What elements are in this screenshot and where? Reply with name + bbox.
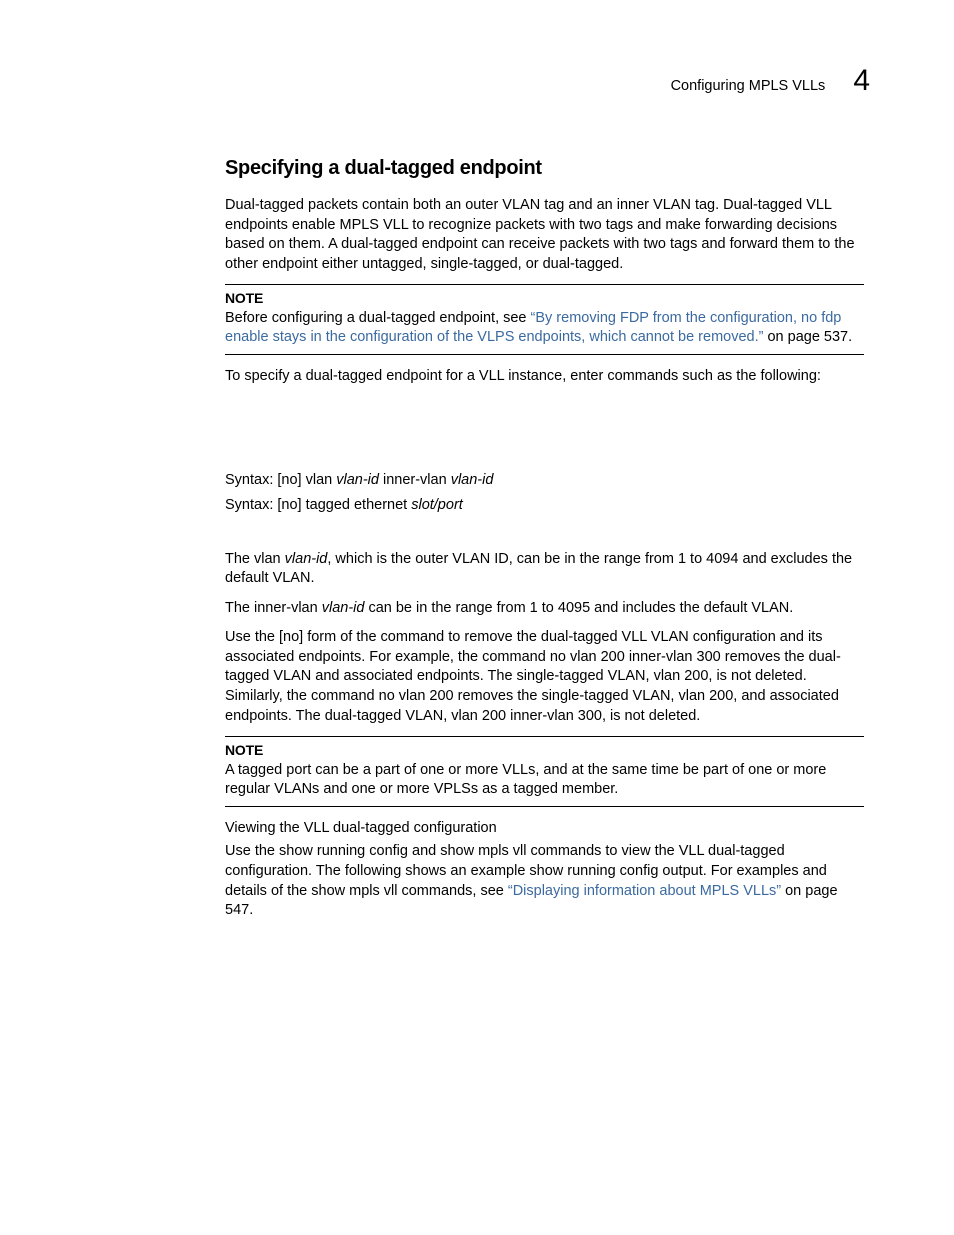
text-after: can be in the range from 1 to 4095 and i… <box>364 600 793 616</box>
var-text: vlan-id <box>285 551 328 567</box>
note-body: A tagged port can be a part of one or mo… <box>225 761 864 800</box>
body-paragraph: To specify a dual-tagged endpoint for a … <box>225 367 864 387</box>
text-before: The inner-vlan <box>225 600 322 616</box>
syntax-prefix: Syntax: [no] vlan <box>225 472 336 488</box>
syntax-var: vlan-id <box>336 472 379 488</box>
note-label: NOTE <box>225 741 864 761</box>
body-paragraph: The vlan vlan-id, which is the outer VLA… <box>225 550 864 589</box>
note-block: NOTE A tagged port can be a part of one … <box>225 736 864 807</box>
content-column: Specifying a dual-tagged endpoint Dual-t… <box>225 154 864 921</box>
note-text-before: Before configuring a dual-tagged endpoin… <box>225 310 531 326</box>
chapter-number: 4 <box>853 60 870 102</box>
spacer <box>225 397 864 471</box>
text-before: The vlan <box>225 551 285 567</box>
running-header: Configuring MPLS VLLs 4 <box>80 60 874 102</box>
syntax-line: Syntax: [no] vlan vlan-id inner-vlan vla… <box>225 471 864 491</box>
running-title: Configuring MPLS VLLs <box>671 76 826 96</box>
body-paragraph: Use the [no] form of the command to remo… <box>225 628 864 726</box>
note-label: NOTE <box>225 289 864 309</box>
sub-heading: Viewing the VLL dual-tagged configuratio… <box>225 819 864 839</box>
spacer <box>225 522 864 550</box>
note-text-after: on page 537. <box>763 329 852 345</box>
var-text: vlan-id <box>322 600 365 616</box>
page: Configuring MPLS VLLs 4 Specifying a dua… <box>0 0 954 1235</box>
body-paragraph: Use the show running config and show mpl… <box>225 842 864 920</box>
syntax-var: vlan-id <box>451 472 494 488</box>
syntax-var: slot/port <box>411 497 463 513</box>
note-body: Before configuring a dual-tagged endpoin… <box>225 309 864 348</box>
xref-link[interactable]: “Displaying information about MPLS VLLs” <box>508 883 781 899</box>
syntax-line: Syntax: [no] tagged ethernet slot/port <box>225 496 864 516</box>
syntax-mid: inner-vlan <box>379 472 451 488</box>
section-title: Specifying a dual-tagged endpoint <box>225 154 864 182</box>
body-paragraph: The inner-vlan vlan-id can be in the ran… <box>225 599 864 619</box>
note-block: NOTE Before configuring a dual-tagged en… <box>225 284 864 355</box>
syntax-prefix: Syntax: [no] tagged ethernet <box>225 497 411 513</box>
intro-paragraph: Dual-tagged packets contain both an oute… <box>225 196 864 274</box>
